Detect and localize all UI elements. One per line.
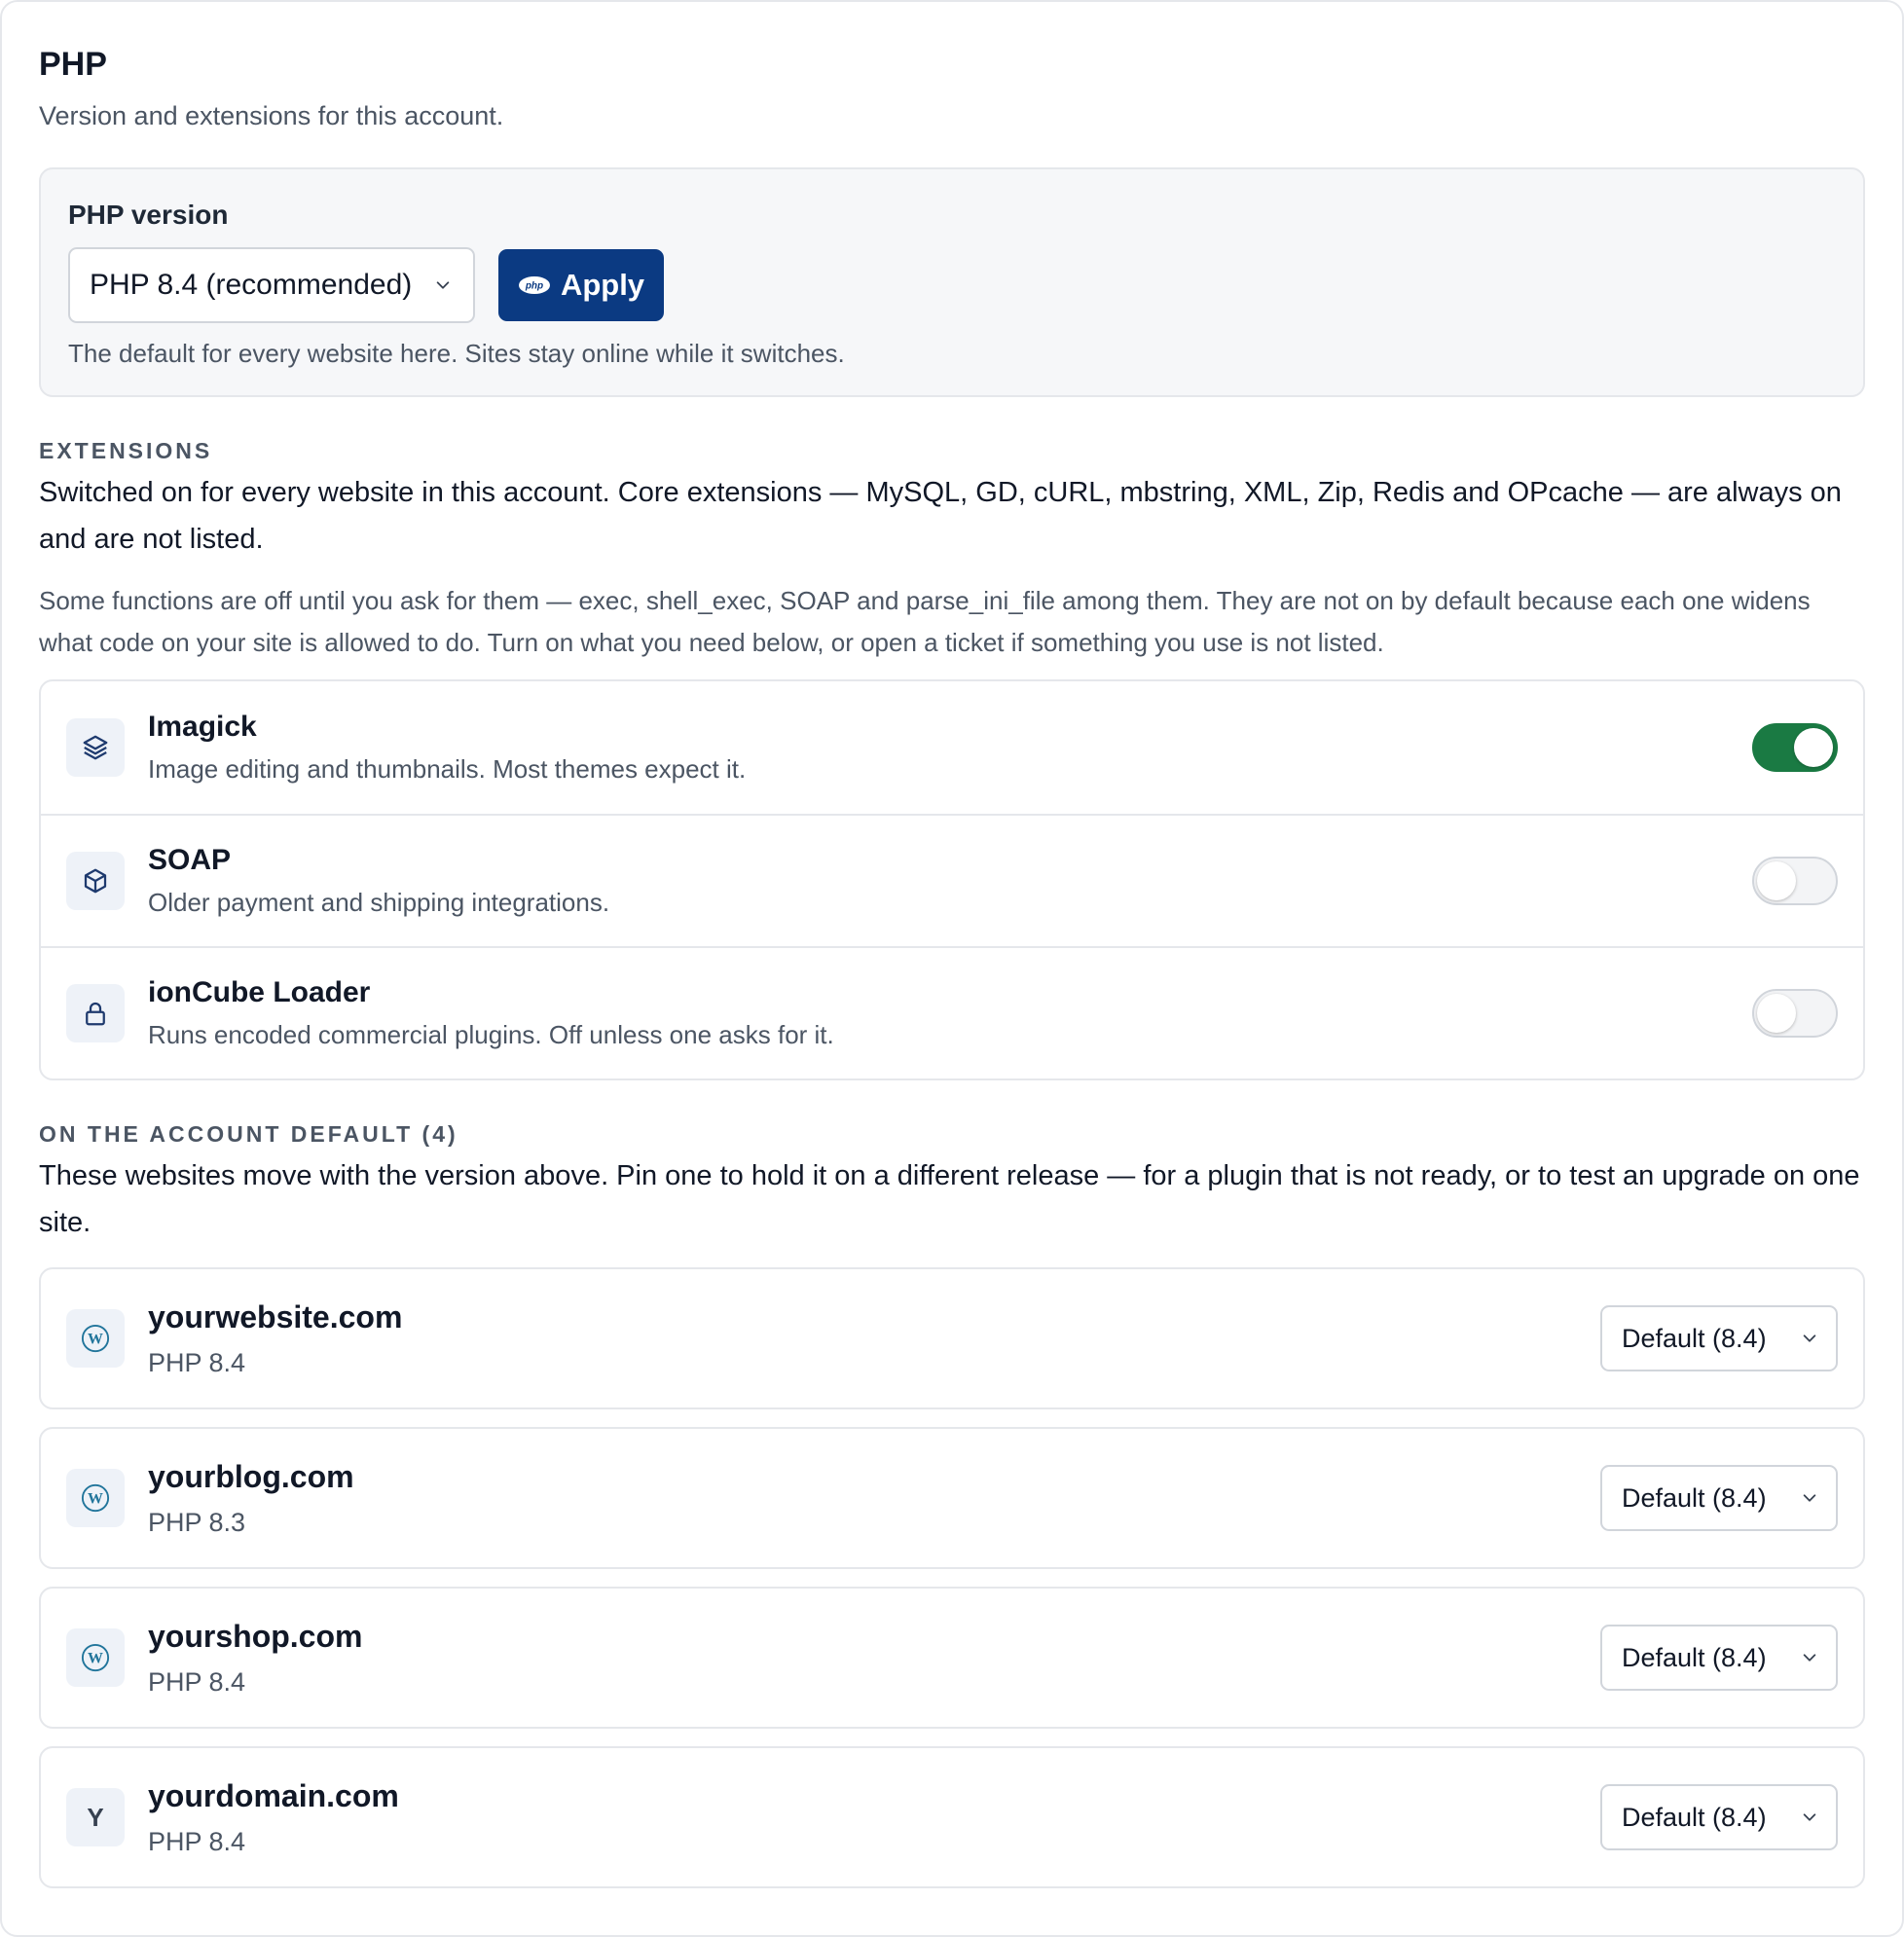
chevron-down-icon	[1803, 1494, 1816, 1502]
extension-description: Runs encoded commercial plugins. Off unl…	[148, 1020, 834, 1049]
sites-description: These websites move with the version abo…	[39, 1160, 1860, 1238]
wordpress-icon: W	[66, 1628, 125, 1687]
php-logo-icon: php	[518, 276, 550, 294]
page-title: PHP	[39, 46, 107, 83]
site-name: yourwebsite.com	[148, 1299, 403, 1334]
soap-toggle[interactable]	[1752, 857, 1838, 905]
letter-icon: Y	[66, 1788, 125, 1846]
toggle-knob	[1757, 861, 1796, 900]
extensions-section: EXTENSIONS Switched on for every website…	[39, 436, 1865, 1080]
toggle-knob	[1794, 728, 1833, 767]
site-name: yourshop.com	[148, 1619, 363, 1654]
ioncube-toggle[interactable]	[1752, 989, 1838, 1038]
imagick-toggle[interactable]	[1752, 723, 1838, 772]
wordpress-icon: W	[66, 1469, 125, 1527]
toggle-knob	[1757, 994, 1796, 1033]
site-php-version: PHP 8.4	[148, 1348, 246, 1377]
extensions-list: Imagick Image editing and thumbnails. Mo…	[39, 679, 1865, 1080]
box-icon	[66, 852, 125, 910]
site-php-version: PHP 8.3	[148, 1508, 246, 1537]
apply-button-label: Apply	[560, 268, 645, 302]
site-name: yourdomain.com	[148, 1778, 399, 1813]
site-version-select[interactable]: Default (8.4)	[1600, 1305, 1838, 1371]
extension-name: ionCube Loader	[148, 976, 371, 1008]
site-card-yourshop: W yourshop.com PHP 8.4 Default (8.4)	[39, 1587, 1865, 1729]
site-version-selected: Default (8.4)	[1622, 1802, 1767, 1832]
site-card-yourdomain: Y yourdomain.com PHP 8.4 Default (8.4)	[39, 1746, 1865, 1888]
layers-icon	[66, 718, 125, 777]
svg-text:php: php	[525, 281, 543, 292]
site-php-version: PHP 8.4	[148, 1827, 246, 1856]
site-version-select[interactable]: Default (8.4)	[1600, 1465, 1838, 1531]
site-version-selected: Default (8.4)	[1622, 1642, 1767, 1672]
extension-description: Older payment and shipping integrations.	[148, 888, 610, 917]
php-settings-panel: PHP Version and extensions for this acco…	[0, 0, 1904, 1937]
lock-icon	[66, 984, 125, 1042]
site-name: yourblog.com	[148, 1459, 354, 1494]
extension-row-imagick: Imagick Image editing and thumbnails. Mo…	[41, 681, 1863, 814]
extension-row-ioncube: ionCube Loader Runs encoded commercial p…	[41, 946, 1863, 1078]
site-card-yourwebsite: W yourwebsite.com PHP 8.4 Default (8.4)	[39, 1267, 1865, 1409]
svg-text:W: W	[88, 1332, 103, 1348]
site-version-selected: Default (8.4)	[1622, 1482, 1767, 1513]
wordpress-icon: W	[66, 1309, 125, 1368]
chevron-down-icon	[436, 281, 450, 289]
site-text: yourdomain.com PHP 8.4	[148, 1776, 1600, 1858]
page-subtitle: Version and extensions for this account.	[39, 101, 504, 130]
php-version-selected: PHP 8.4 (recommended)	[90, 269, 413, 301]
site-php-version: PHP 8.4	[148, 1667, 246, 1697]
site-initial: Y	[87, 1802, 104, 1832]
php-version-help: The default for every website here. Site…	[68, 339, 845, 368]
sites-heading: ON THE ACCOUNT DEFAULT (4)	[39, 1121, 458, 1147]
php-version-select[interactable]: PHP 8.4 (recommended)	[68, 247, 475, 323]
php-version-card: PHP version PHP 8.4 (recommended) php Ap…	[39, 167, 1865, 397]
site-version-selected: Default (8.4)	[1622, 1323, 1767, 1353]
svg-text:W: W	[88, 1491, 103, 1508]
chevron-down-icon	[1803, 1334, 1816, 1342]
extension-row-soap: SOAP Older payment and shipping integrat…	[41, 814, 1863, 946]
site-text: yourblog.com PHP 8.3	[148, 1457, 1600, 1539]
php-version-row: PHP 8.4 (recommended) php Apply	[68, 247, 1836, 323]
extensions-heading: EXTENSIONS	[39, 438, 213, 463]
site-card-yourblog: W yourblog.com PHP 8.3 Default (8.4)	[39, 1427, 1865, 1569]
chevron-down-icon	[1803, 1654, 1816, 1662]
site-version-select[interactable]: Default (8.4)	[1600, 1625, 1838, 1691]
extension-description: Image editing and thumbnails. Most theme…	[148, 754, 747, 784]
sites-section: ON THE ACCOUNT DEFAULT (4) These website…	[39, 1119, 1865, 1888]
site-text: yourwebsite.com PHP 8.4	[148, 1297, 1600, 1379]
apply-button[interactable]: php Apply	[498, 249, 664, 321]
svg-text:W: W	[88, 1651, 103, 1667]
site-version-select[interactable]: Default (8.4)	[1600, 1784, 1838, 1850]
extension-name: Imagick	[148, 711, 257, 743]
site-text: yourshop.com PHP 8.4	[148, 1617, 1600, 1699]
extension-text: Imagick Image editing and thumbnails. Mo…	[148, 710, 1752, 786]
php-version-label: PHP version	[68, 200, 229, 230]
chevron-down-icon	[1803, 1813, 1816, 1821]
extension-name: SOAP	[148, 844, 232, 876]
extensions-note: Some functions are off until you ask for…	[39, 586, 1811, 657]
extension-text: SOAP Older payment and shipping integrat…	[148, 843, 1752, 919]
extensions-description: Switched on for every website in this ac…	[39, 477, 1842, 555]
extension-text: ionCube Loader Runs encoded commercial p…	[148, 975, 1752, 1051]
